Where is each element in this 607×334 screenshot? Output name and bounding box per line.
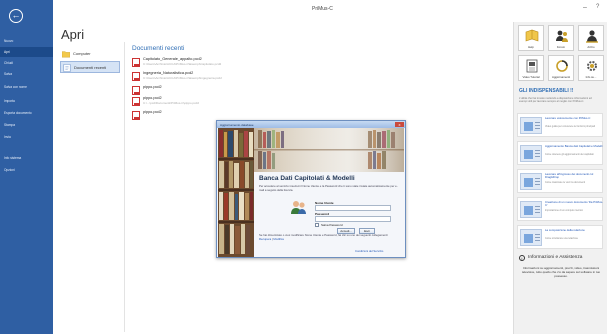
item-desc: Come trascinare le voci tra documenti bbox=[545, 181, 586, 184]
nav-item-importa[interactable]: Importa bbox=[0, 96, 53, 106]
terms-link[interactable]: Condizioni del Servizio bbox=[355, 249, 383, 253]
recent-docs-title: Documenti recenti bbox=[132, 45, 185, 52]
thumbnail bbox=[520, 117, 542, 134]
pcd-file-icon bbox=[132, 97, 140, 106]
nav-item-salva-con-nome[interactable]: Salva con nome bbox=[0, 82, 53, 92]
place-label: Documenti recenti bbox=[74, 65, 107, 70]
users-icon bbox=[556, 30, 568, 42]
modifica-link[interactable]: Modifica bbox=[273, 237, 283, 241]
help-button[interactable]: ? bbox=[596, 4, 599, 10]
info-description: Informazioni su aggiornamenti, prezzi, v… bbox=[521, 266, 601, 279]
nav-item-apri[interactable]: Apri bbox=[0, 47, 53, 57]
update-icon bbox=[556, 60, 568, 72]
tile-video[interactable]: Video Tutorial bbox=[518, 55, 544, 81]
app-title: PriMus-C bbox=[312, 6, 333, 12]
indispensabili-item[interactable]: Aggiornamento Banca dati Capitolati e Mo… bbox=[517, 141, 603, 165]
minimize-button[interactable]: – bbox=[583, 4, 587, 11]
thumbnail bbox=[520, 145, 542, 162]
users-icon bbox=[291, 201, 306, 214]
pcd-file-icon bbox=[132, 72, 140, 81]
pcd-file-icon bbox=[132, 58, 140, 67]
place-computer[interactable]: Computer bbox=[60, 48, 120, 60]
nav-item-esporta[interactable]: Esporta documento bbox=[0, 108, 53, 118]
nav-item-nuovo[interactable]: Nuovo bbox=[0, 36, 53, 46]
nav-item-chiudi[interactable]: Chiudi bbox=[0, 58, 53, 68]
item-title: Aggiornamento Banca dati Capitolati e Mo… bbox=[545, 144, 603, 148]
item-desc: Come ottenere gli aggiornamenti dei capi… bbox=[545, 153, 594, 156]
tile-info[interactable]: Info su... bbox=[578, 55, 604, 81]
recent-doc-name: pippo.pcd2 bbox=[143, 96, 162, 100]
info-title: Informazioni e Assistenza bbox=[528, 255, 583, 260]
dialog-close-button[interactable]: x bbox=[395, 122, 404, 127]
video-icon bbox=[526, 59, 538, 73]
indispensabili-item[interactable]: Creazione di un nuovo documento 'Da PriM… bbox=[517, 197, 603, 221]
nav-item-opzioni[interactable]: Opzioni bbox=[0, 165, 53, 175]
login-dialog: Aggiornamento database x Banca Dati Capi… bbox=[216, 120, 406, 258]
tile-forum[interactable]: Forum bbox=[548, 25, 574, 51]
tile-artco[interactable]: ArtCo bbox=[578, 25, 604, 51]
dialog-titlebar: Aggiornamento database x bbox=[217, 121, 405, 128]
dialog-footer-text: Se hai dimenticato o vuoi modificare Nom… bbox=[259, 233, 399, 241]
item-desc: Come strutturare una relazione bbox=[545, 237, 578, 240]
indispensabili-item[interactable]: Lavorare velocemente con PriMus-C Video … bbox=[517, 113, 603, 137]
info-icon: i bbox=[519, 255, 525, 261]
indispensabili-desc: L'utilità che hai trovato mettendo a dis… bbox=[519, 97, 592, 104]
recent-doc-name: Capitolato_Generale_appalto.pcd2 bbox=[143, 57, 202, 61]
divider bbox=[124, 42, 125, 332]
recent-doc-name: Ingegneria_Naturalistica.pcd2 bbox=[143, 71, 194, 75]
recent-doc-name: pippo.pcd2 bbox=[143, 85, 162, 89]
item-desc: Video guida per conoscere le funzioni pr… bbox=[545, 125, 595, 128]
password-input[interactable] bbox=[315, 216, 391, 222]
recent-doc-path: C:\Users\Archivio\ACCA\PriMus-C\Esempi\C… bbox=[143, 62, 222, 66]
recent-doc-path: C:\...\pcd\Documenti\PriMus-C\pippo.pcd2 bbox=[143, 101, 200, 105]
tile-label: Aggiornamenti bbox=[551, 75, 571, 79]
nav-item-salva[interactable]: Salva bbox=[0, 69, 53, 79]
tile-label: ArtCo bbox=[587, 45, 595, 49]
remember-label: Salva Password bbox=[321, 223, 343, 227]
indispensabili-item[interactable]: Lavorare all'ingrosso dei documenti col … bbox=[517, 169, 603, 193]
recent-docs-icon bbox=[63, 64, 71, 72]
help-book-icon bbox=[525, 29, 539, 42]
back-arrow-icon[interactable]: ← bbox=[9, 9, 23, 23]
thumbnail bbox=[520, 173, 542, 190]
item-title: Lavorare all'ingrosso dei documenti col … bbox=[545, 172, 594, 180]
tile-label: Info su... bbox=[585, 75, 597, 79]
nav-item-info-sistema[interactable]: Info sistema bbox=[0, 153, 53, 163]
tile-label: Forum bbox=[556, 45, 566, 49]
person-icon bbox=[586, 30, 598, 43]
pcd-file-icon bbox=[132, 86, 140, 95]
dialog-description: Per accedere al servizio inserisci il No… bbox=[259, 184, 398, 192]
indispensabili-item[interactable]: La composizione della relazione Come str… bbox=[517, 225, 603, 249]
tile-help[interactable]: Help bbox=[518, 25, 544, 51]
nav-item-stampa[interactable]: Stampa bbox=[0, 120, 53, 130]
dialog-heading: Banca Dati Capitolati & Modelli bbox=[259, 175, 355, 182]
pcd-file-icon bbox=[132, 111, 140, 120]
tile-label: Video Tutorial bbox=[522, 75, 540, 79]
remember-checkbox[interactable] bbox=[315, 223, 319, 227]
thumbnail bbox=[520, 229, 542, 246]
page-title: Apri bbox=[61, 27, 85, 42]
recent-doc-path: C:\Users\Archivio\ACCA\PriMus-C\Esempi\I… bbox=[143, 76, 222, 80]
tile-aggiornamenti[interactable]: Aggiornamenti bbox=[548, 55, 574, 81]
recent-doc-name: pippo.pcd2 bbox=[143, 110, 162, 114]
thumbnail bbox=[520, 201, 542, 218]
item-desc: Importazione di un computo metrico bbox=[545, 209, 584, 212]
place-recent-docs[interactable]: Documenti recenti bbox=[60, 61, 120, 73]
tile-label: Help bbox=[528, 45, 534, 49]
gear-icon bbox=[587, 61, 597, 71]
place-label: Computer bbox=[73, 51, 91, 56]
folder-icon bbox=[62, 51, 70, 58]
backstage-nav: ← Nuovo Apri Chiudi Salva Salva con nome… bbox=[0, 0, 53, 334]
nav-item-invia[interactable]: Invia bbox=[0, 132, 53, 142]
indispensabili-title: GLI INDISPENSABILI !! bbox=[519, 88, 574, 94]
recupera-link[interactable]: Recupera bbox=[259, 237, 271, 241]
item-title: La composizione della relazione bbox=[545, 228, 585, 232]
username-input[interactable] bbox=[315, 205, 391, 211]
item-title: Lavorare velocemente con PriMus-C bbox=[545, 116, 591, 120]
item-title: Creazione di un nuovo documento 'Da PriM… bbox=[545, 200, 603, 208]
bookshelf-image bbox=[218, 128, 254, 257]
dialog-title: Aggiornamento database bbox=[220, 122, 254, 127]
